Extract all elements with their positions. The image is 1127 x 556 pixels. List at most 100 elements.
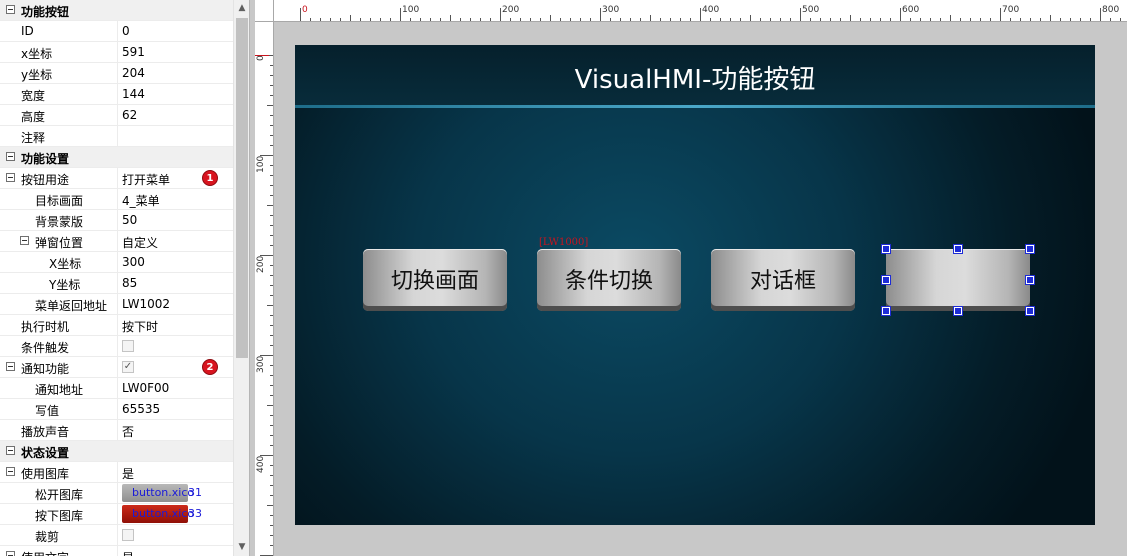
prop-row-play-sound[interactable]: 播放声音 否 (0, 420, 233, 441)
resize-handle-e[interactable] (1025, 275, 1035, 285)
switch-screen-button[interactable]: 切换画面 (363, 249, 507, 311)
property-panel: 功能按钮 ID 0 x坐标 591 y坐标 204 宽度 144 高度 62 注… (0, 0, 250, 556)
prop-value[interactable]: 自定义 (122, 234, 158, 251)
prop-value[interactable]: 204 (122, 66, 145, 80)
prop-value[interactable]: LW1002 (122, 297, 170, 311)
prop-value[interactable]: 300 (122, 255, 145, 269)
prop-row-note[interactable]: 注释 (0, 126, 233, 147)
resize-handle-s[interactable] (953, 306, 963, 316)
prop-value[interactable]: 0 (122, 24, 130, 38)
prop-row-x[interactable]: x坐标 591 (0, 42, 233, 63)
ruler-tick (267, 305, 273, 306)
prop-key: x坐标 (21, 47, 53, 61)
prop-key: 执行时机 (21, 320, 70, 334)
prop-row-y[interactable]: y坐标 204 (0, 63, 233, 84)
prop-value[interactable]: LW0F00 (122, 381, 169, 395)
prop-row-width[interactable]: 宽度 144 (0, 84, 233, 105)
scroll-up-icon[interactable]: ▲ (234, 0, 249, 17)
prop-value[interactable]: 是 (122, 549, 134, 556)
prop-value[interactable]: 144 (122, 87, 145, 101)
ruler-tick (640, 18, 641, 21)
collapse-icon[interactable] (20, 236, 29, 245)
selected-function-button[interactable] (886, 249, 1030, 311)
panel-scrollbar[interactable]: ▲ ▼ (233, 0, 249, 556)
prop-key: 裁剪 (35, 530, 60, 544)
category-state-settings[interactable]: 状态设置 (0, 441, 233, 462)
resize-handle-sw[interactable] (881, 306, 891, 316)
prop-row-popup-x[interactable]: X坐标 300 (0, 252, 233, 273)
resize-handle-se[interactable] (1025, 306, 1035, 316)
prop-value[interactable]: 打开菜单 (122, 171, 170, 188)
category-function-button[interactable]: 功能按钮 (0, 0, 233, 21)
prop-row-target-screen[interactable]: 目标画面 4_菜单 (0, 189, 233, 210)
prop-row-popup-y[interactable]: Y坐标 85 (0, 273, 233, 294)
prop-row-cond-trigger[interactable]: 条件触发 (0, 336, 233, 357)
prop-row-popup-pos[interactable]: 弹窗位置 自定义 (0, 231, 233, 252)
prop-value[interactable]: 591 (122, 45, 145, 59)
ruler-tick (270, 445, 273, 446)
collapse-icon[interactable] (6, 152, 15, 161)
prop-row-crop[interactable]: 裁剪 (0, 525, 233, 546)
prop-key: 按钮用途 (21, 173, 70, 187)
crop-checkbox[interactable] (122, 529, 134, 541)
category-function-settings[interactable]: 功能设置 (0, 147, 233, 168)
prop-row-id[interactable]: ID 0 (0, 21, 233, 42)
ruler-tick (1120, 18, 1121, 21)
scroll-thumb[interactable] (236, 18, 248, 358)
release-image-preview[interactable]: button.xico (122, 484, 194, 502)
prop-row-notify-addr[interactable]: 通知地址 LW0F00 (0, 378, 233, 399)
ruler-tick (410, 18, 411, 21)
prop-value[interactable]: 4_菜单 (122, 192, 160, 209)
title-divider (295, 105, 1095, 108)
press-image-preview[interactable]: button.xico (122, 505, 194, 523)
prop-value[interactable]: 按下时 (122, 318, 158, 335)
collapse-icon[interactable] (6, 551, 15, 556)
collapse-icon[interactable] (6, 362, 15, 371)
notify-checkbox[interactable]: ✓ (122, 361, 134, 373)
prop-row-press-img[interactable]: 按下图库 button.xico 33 (0, 504, 233, 525)
ruler-tick (960, 18, 961, 21)
category-label: 状态设置 (21, 446, 70, 460)
prop-row-exec-time[interactable]: 执行时机 按下时 (0, 315, 233, 336)
ruler-tick (620, 18, 621, 21)
prop-row-release-img[interactable]: 松开图库 button.xico 31 (0, 483, 233, 504)
ruler-tick (270, 435, 273, 436)
collapse-icon[interactable] (6, 5, 15, 14)
resize-handle-ne[interactable] (1025, 244, 1035, 254)
prop-row-menu-return[interactable]: 菜单返回地址 LW1002 (0, 294, 233, 315)
dialog-button[interactable]: 对话框 (711, 249, 855, 311)
prop-row-write-value[interactable]: 写值 65535 (0, 399, 233, 420)
resize-handle-nw[interactable] (881, 244, 891, 254)
ruler-tick (910, 18, 911, 21)
resize-handle-w[interactable] (881, 275, 891, 285)
resize-handle-n[interactable] (953, 244, 963, 254)
prop-key: 使用图库 (21, 467, 70, 481)
prop-key: 松开图库 (35, 488, 84, 502)
scroll-down-icon[interactable]: ▼ (234, 539, 249, 556)
prop-row-bg-mask[interactable]: 背景蒙版 50 (0, 210, 233, 231)
prop-row-use-gallery[interactable]: 使用图库 是 (0, 462, 233, 483)
prop-value[interactable]: 50 (122, 213, 137, 227)
prop-value[interactable]: 85 (122, 276, 137, 290)
prop-row-height[interactable]: 高度 62 (0, 105, 233, 126)
ruler-tick (270, 525, 273, 526)
prop-value[interactable]: 65535 (122, 402, 160, 416)
prop-key: 按下图库 (35, 509, 84, 523)
ruler-tick (870, 18, 871, 21)
collapse-icon[interactable] (6, 173, 15, 182)
collapse-icon[interactable] (6, 446, 15, 455)
prop-value[interactable]: 是 (122, 465, 134, 482)
cond-trigger-checkbox[interactable] (122, 340, 134, 352)
conditional-switch-button[interactable]: 条件切换 (537, 249, 681, 311)
collapse-icon[interactable] (6, 467, 15, 476)
ruler-tick (430, 18, 431, 21)
prop-value[interactable]: 否 (122, 423, 134, 440)
ruler-tick (790, 18, 791, 21)
prop-row-purpose[interactable]: 按钮用途 打开菜单 1 (0, 168, 233, 189)
prop-row-notify[interactable]: 通知功能 ✓ 2 (0, 357, 233, 378)
ruler-tick (270, 415, 273, 416)
ruler-tick (950, 15, 951, 21)
prop-value[interactable]: 62 (122, 108, 137, 122)
ruler-tick (270, 215, 273, 216)
prop-row-use-text[interactable]: 使用文字 是 (0, 546, 233, 556)
